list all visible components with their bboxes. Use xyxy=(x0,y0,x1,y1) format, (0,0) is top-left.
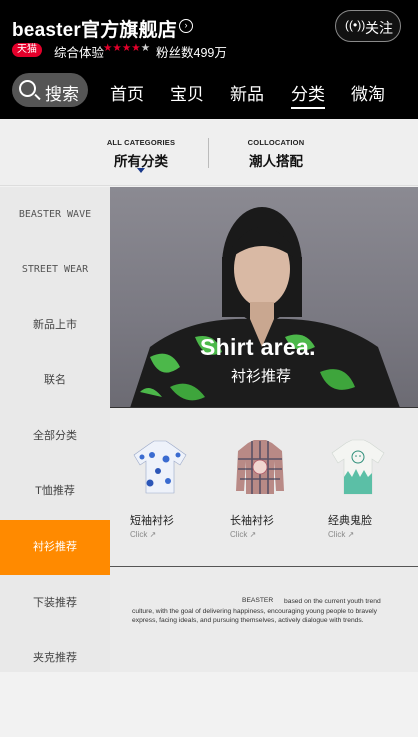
product-short-sleeve-shirt[interactable]: 短袖衬衫 Click ↗ xyxy=(130,437,200,539)
product-click-link[interactable]: Click ↗ xyxy=(130,530,200,539)
store-name[interactable]: beaster官方旗舰店 xyxy=(12,15,177,42)
follow-button[interactable]: ((•)) 关注 xyxy=(335,10,401,42)
sidebar-item-label: T恤推荐 xyxy=(35,485,75,497)
category-content: Shirt area. 衬衫推荐 短袖衬衫 Click ↗ 长袖衬衫 Click… xyxy=(110,187,418,672)
chevron-right-icon[interactable]: › xyxy=(179,19,193,33)
star-icon: ★ xyxy=(131,42,141,54)
sidebar-item-jacket[interactable]: 夹克推荐 xyxy=(0,631,110,686)
sidebar-item-beaster-wave[interactable]: BEASTER WAVE xyxy=(0,187,110,242)
star-icon: ★ xyxy=(121,42,132,54)
sidebar-item-collab[interactable]: 联名 xyxy=(0,353,110,408)
product-name: 经典鬼脸 xyxy=(328,515,372,527)
brand-about: BEASTER based on the current youth trend… xyxy=(132,597,402,626)
sidebar-item-all[interactable]: 全部分类 xyxy=(0,409,110,464)
nav-weitao[interactable]: 微淘 xyxy=(351,80,385,105)
sidebar-item-label: STREET WEAR xyxy=(21,264,89,275)
star-icon: ★ xyxy=(103,42,113,54)
product-click-link[interactable]: Click ↗ xyxy=(328,530,398,539)
sidebar-item-new[interactable]: 新品上市 xyxy=(0,298,110,353)
store-nav: 搜索 首页 宝贝 新品 分类 微淘 xyxy=(0,70,418,110)
search-icon xyxy=(19,80,36,97)
star-icon: ★ xyxy=(140,42,151,54)
sidebar-item-label: 新品上市 xyxy=(33,319,77,331)
store-header: beaster官方旗舰店 › ((•)) 关注 天猫 综合体验 ★★★★★ 粉丝… xyxy=(0,0,418,119)
tab-divider xyxy=(208,138,209,168)
search-label: 搜索 xyxy=(45,85,79,104)
sidebar-item-label: 全部分类 xyxy=(33,430,77,442)
sidebar-item-shirt[interactable]: 衬衫推荐 xyxy=(0,520,110,575)
product-name: 长袖衬衫 xyxy=(230,515,274,527)
star-icon: ★ xyxy=(112,42,122,54)
nav-new[interactable]: 新品 xyxy=(230,80,264,105)
ghost-face-shirt-image xyxy=(331,439,385,495)
hero-title: Shirt area. xyxy=(200,334,316,360)
product-name: 短袖衬衫 xyxy=(130,515,174,527)
sidebar-item-label: 衬衫推荐 xyxy=(33,541,77,553)
sidebar-item-label: 夹克推荐 xyxy=(33,652,77,664)
long-sleeve-shirt-image xyxy=(236,440,284,494)
tab-en-label: COLLOCATION xyxy=(247,138,305,147)
sidebar-item-label: 联名 xyxy=(44,374,66,386)
hero-banner[interactable]: Shirt area. 衬衫推荐 xyxy=(110,187,418,408)
sidebar-item-tshirt[interactable]: T恤推荐 xyxy=(0,464,110,519)
product-long-sleeve-shirt[interactable]: 长袖衬衫 Click ↗ xyxy=(230,437,300,539)
rating-stars: ★★★★★ xyxy=(103,42,150,54)
brand-name: BEASTER xyxy=(242,597,274,604)
product-classic-ghost-face[interactable]: 经典鬼脸 Click ↗ xyxy=(328,437,398,539)
radio-wave-icon: ((•)) xyxy=(345,18,366,32)
search-button[interactable]: 搜索 xyxy=(12,73,88,107)
hero-subtitle: 衬衫推荐 xyxy=(231,368,292,385)
tab-collocation[interactable]: COLLOCATION 潮人搭配 xyxy=(244,138,308,170)
active-tab-caret-icon xyxy=(137,168,145,173)
tmall-badge: 天猫 xyxy=(12,43,42,57)
rating-label: 综合体验 xyxy=(54,46,105,60)
fans-count: 粉丝数499万 xyxy=(156,46,227,60)
product-click-link[interactable]: Click ↗ xyxy=(230,530,300,539)
nav-items[interactable]: 宝贝 xyxy=(170,80,204,105)
tab-cn-label: 潮人搭配 xyxy=(249,154,303,169)
product-row: 短袖衬衫 Click ↗ 长袖衬衫 Click ↗ 经典鬼脸 Click ↗ xyxy=(110,409,418,567)
sidebar-item-street-wear[interactable]: STREET WEAR xyxy=(0,242,110,297)
nav-category[interactable]: 分类 xyxy=(291,80,325,109)
tab-all-categories[interactable]: ALL CATEGORIES 所有分类 xyxy=(106,138,176,170)
short-sleeve-shirt-image xyxy=(133,440,187,494)
follow-label: 关注 xyxy=(365,20,393,36)
sidebar-item-label: 下装推荐 xyxy=(33,597,77,609)
nav-home[interactable]: 首页 xyxy=(110,80,144,105)
category-sidebar: BEASTER WAVE STREET WEAR 新品上市 联名 全部分类 T恤… xyxy=(0,187,110,672)
category-tab-bar: ALL CATEGORIES 所有分类 COLLOCATION 潮人搭配 xyxy=(0,119,418,186)
sidebar-item-label: BEASTER WAVE xyxy=(18,209,92,220)
sidebar-item-bottoms[interactable]: 下装推荐 xyxy=(0,576,110,631)
tab-en-label: ALL CATEGORIES xyxy=(106,138,176,147)
tab-cn-label: 所有分类 xyxy=(114,154,168,169)
